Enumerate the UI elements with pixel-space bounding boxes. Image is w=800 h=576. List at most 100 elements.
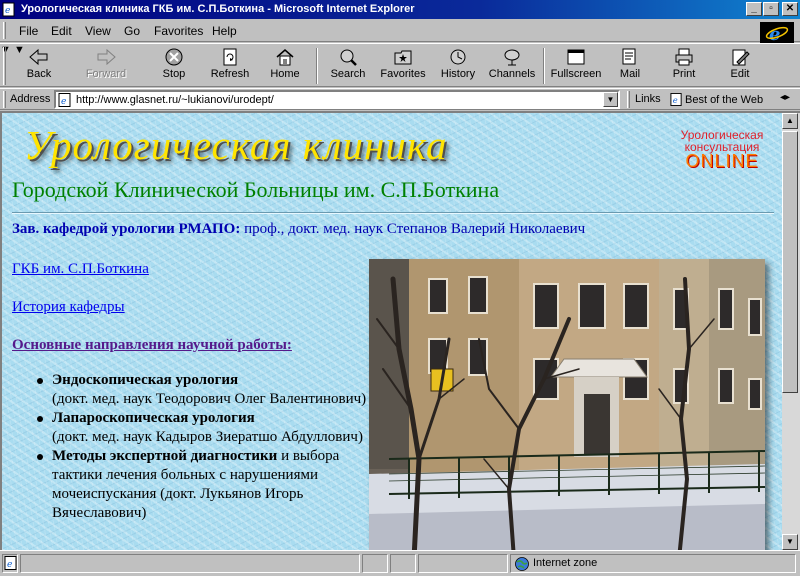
menu-favorites[interactable]: Favorites (154, 24, 203, 38)
refresh-button[interactable]: Refresh (205, 46, 255, 86)
close-button[interactable]: ✕ (782, 2, 798, 16)
history-button[interactable]: History (435, 46, 481, 86)
scroll-down-arrow-icon[interactable]: ▼ (782, 534, 798, 550)
links-best-of-web-label: Best of the Web (685, 94, 764, 106)
favorites-folder-icon (394, 50, 412, 65)
forward-arrow-icon (97, 48, 116, 66)
svg-text:e: e (7, 560, 12, 570)
svg-text:e: e (61, 97, 66, 107)
refresh-label: Refresh (210, 68, 250, 80)
mail-button[interactable]: Mail (610, 46, 650, 86)
links-best-of-web[interactable]: e Best of the Web (670, 93, 763, 106)
content-viewport: Урологическая клиника Урологическая конс… (0, 111, 782, 550)
fullscreen-label: Fullscreen (550, 68, 602, 80)
refresh-icon (223, 48, 237, 66)
menu-bar: File Edit View Go Favorites Help (0, 19, 800, 42)
direction-name: Методы экспертной диагностики (52, 448, 278, 464)
status-bar: e Internet zone (0, 550, 800, 576)
window-title: Урологическая клиника ГКБ им. С.П.Боткин… (21, 3, 415, 15)
department-head: Зав. кафедрой урологии РМАПО: проф., док… (12, 221, 585, 238)
scroll-thumb[interactable] (782, 131, 798, 393)
edit-button[interactable]: Edit (720, 46, 760, 86)
department-head-name: проф., докт. мед. наук Степанов Валерий … (244, 221, 586, 237)
toolbar-grip[interactable] (3, 47, 6, 85)
status-text-field (20, 554, 360, 573)
search-label: Search (330, 68, 366, 80)
toolbar-separator (316, 48, 318, 84)
stop-label: Stop (162, 68, 186, 80)
svg-text:e: e (5, 6, 10, 16)
list-item: Методы экспертной диагностики и выбора т… (30, 447, 370, 523)
forward-button[interactable]: Forward (80, 46, 132, 86)
link-page-icon: e (670, 93, 682, 106)
svg-text:e: e (673, 95, 678, 105)
home-icon (276, 49, 294, 66)
address-url: http://www.glasnet.ru/~lukianovi/urodept… (76, 94, 274, 106)
stop-button[interactable]: Stop (150, 46, 198, 86)
status-secure-field (390, 554, 416, 573)
history-clock-icon (450, 49, 466, 65)
channels-button[interactable]: Channels (486, 46, 538, 86)
status-zone-field: Internet zone (510, 554, 796, 573)
maximize-button[interactable]: ▫ (763, 2, 779, 16)
links-chevron-icon[interactable]: ◂▸ (780, 92, 790, 103)
print-label: Print (672, 68, 696, 80)
printer-icon (675, 48, 693, 66)
channels-satellite-icon (504, 49, 520, 66)
page-icon: e (58, 93, 71, 107)
mail-icon (622, 48, 636, 65)
forward-label: Forward (85, 68, 127, 80)
channels-label: Channels (488, 68, 536, 80)
mail-label: Mail (619, 68, 641, 80)
favorites-label: Favorites (380, 68, 426, 80)
search-button[interactable]: Search (325, 46, 371, 86)
internet-globe-icon (515, 557, 529, 571)
links-separator (627, 91, 630, 108)
minimize-button[interactable]: _ (746, 2, 762, 16)
ie-throbber-icon: e (760, 22, 794, 44)
scroll-up-arrow-icon[interactable]: ▲ (782, 113, 798, 129)
menu-file[interactable]: File (19, 24, 38, 38)
hospital-building-photo (369, 259, 765, 550)
fullscreen-button[interactable]: Fullscreen (548, 46, 604, 86)
home-button[interactable]: Home (262, 46, 308, 86)
direction-detail: (докт. мед. наук Теодорович Олег Валенти… (52, 391, 367, 407)
research-directions-list: Эндоскопическая урология (докт. мед. нау… (30, 371, 370, 523)
address-grip[interactable] (3, 91, 6, 108)
edit-pencil-icon (732, 49, 750, 66)
link-department-history[interactable]: История кафедры (12, 299, 125, 316)
toolbar-separator (543, 48, 545, 84)
menu-edit[interactable]: Edit (51, 24, 72, 38)
link-research-directions[interactable]: Основные направления научной работы: (12, 337, 292, 354)
menu-go[interactable]: Go (124, 24, 140, 38)
links-label[interactable]: Links (635, 93, 661, 105)
back-button[interactable]: Back (16, 46, 62, 86)
address-input[interactable]: e http://www.glasnet.ru/~lukianovi/urode… (54, 90, 620, 109)
standard-toolbar: Back ▼ Forward ▼ Stop Refresh Home Searc… (0, 43, 800, 87)
direction-name: Эндоскопическая урология (52, 372, 239, 388)
title-bar: e Урологическая клиника ГКБ им. С.П.Ботк… (0, 0, 800, 19)
status-page-icon-field: e (2, 554, 18, 573)
history-label: History (440, 68, 476, 80)
back-label: Back (26, 68, 52, 80)
menu-help[interactable]: Help (212, 24, 237, 38)
security-zone-label: Internet zone (533, 557, 598, 569)
department-head-label: Зав. кафедрой урологии РМАПО: (12, 221, 241, 237)
menu-view[interactable]: View (85, 24, 111, 38)
svg-text:e: e (769, 24, 780, 44)
direction-name: Лапароскопическая урология (52, 410, 255, 426)
home-label: Home (270, 68, 300, 80)
direction-detail: (докт. мед. наук Кадыров Зиератшо Абдулл… (52, 429, 363, 445)
print-button[interactable]: Print (664, 46, 704, 86)
online-consultation-banner[interactable]: Урологическая консультация ONLINE (672, 129, 772, 170)
status-blank-field (418, 554, 508, 573)
menu-grip[interactable] (3, 22, 6, 39)
address-dropdown-icon[interactable]: ▼ (603, 92, 618, 107)
list-item: Эндоскопическая урология (докт. мед. нау… (30, 371, 370, 409)
favorites-button[interactable]: Favorites (377, 46, 429, 86)
fullscreen-icon (567, 49, 585, 65)
vertical-scrollbar[interactable]: ▲ ▼ (782, 111, 800, 550)
link-hospital[interactable]: ГКБ им. С.П.Боткина (12, 261, 149, 278)
search-globe-icon (340, 49, 357, 66)
edit-label: Edit (730, 68, 750, 80)
